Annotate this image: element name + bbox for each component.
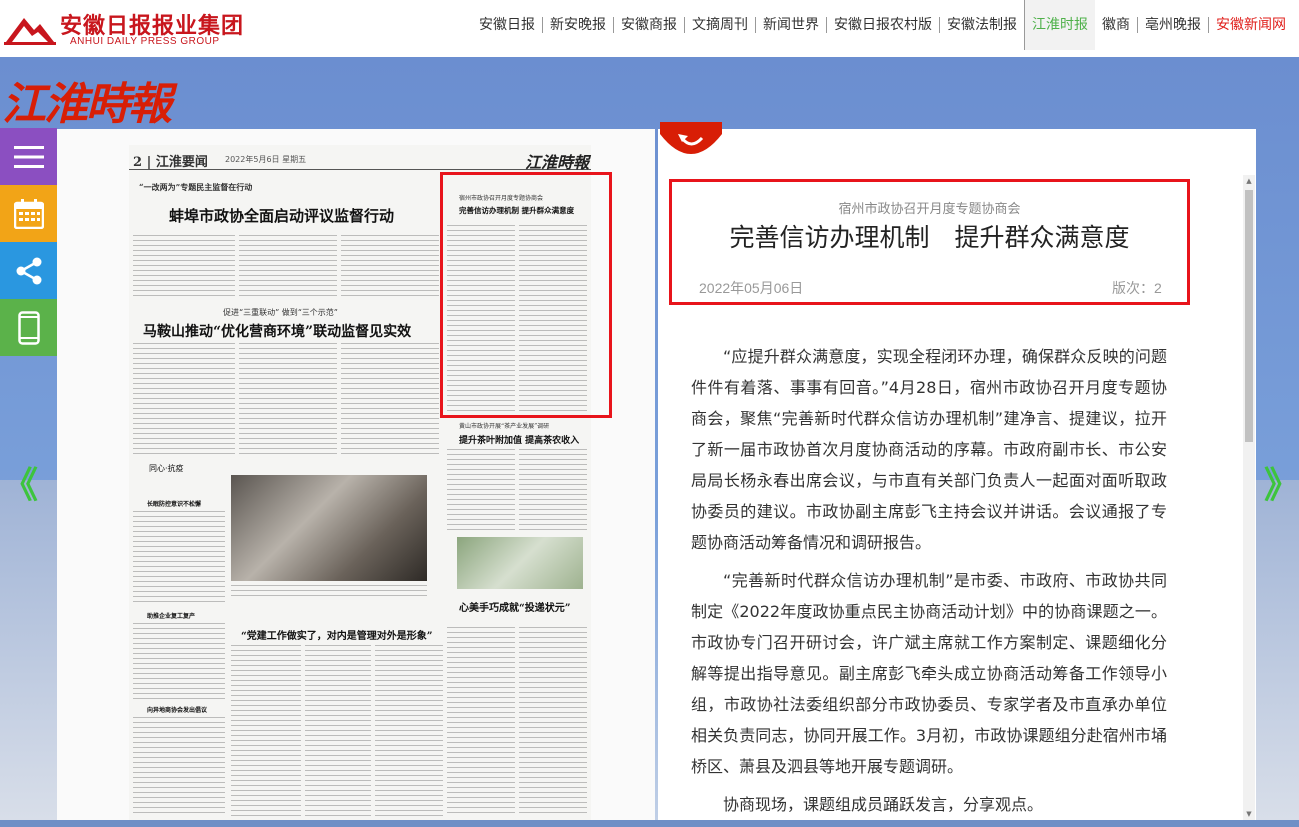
newspaper-headline[interactable]: 蚌埠市政协全面启动评议监督行动: [169, 205, 394, 226]
newspaper-text-block: [133, 343, 439, 455]
newspaper-text-block: [133, 235, 439, 299]
article-edition: 版次：2: [1112, 280, 1162, 296]
nav-item[interactable]: 安徽新闻网: [1208, 17, 1293, 33]
nav-item[interactable]: 安徽日报: [472, 17, 542, 33]
nav-item[interactable]: 江淮时报: [1024, 0, 1095, 50]
newspaper-headline[interactable]: 马鞍山推动“优化营商环境”联动监督见实效: [143, 321, 411, 341]
nav-item[interactable]: 新安晚报: [542, 17, 613, 33]
newspaper-text-block: [133, 511, 225, 605]
press-group-logo[interactable]: 安徽日报报业集团 ANHUI DAILY PRESS GROUP: [4, 6, 244, 50]
nav-item[interactable]: 文摘周刊: [684, 17, 755, 33]
newspaper-kicker: “一改两为”专题民主监督在行动: [139, 182, 253, 192]
calendar-button[interactable]: [0, 185, 57, 242]
newspaper-kicker: 促进“三重联动” 做到“三个示范”: [223, 308, 338, 317]
nav-item[interactable]: 亳州晚报: [1137, 17, 1208, 33]
top-header: 安徽日报报业集团 ANHUI DAILY PRESS GROUP 安徽日报 新安晚…: [0, 0, 1299, 57]
newspaper-headline[interactable]: 长眠防控意识不松懈: [147, 499, 201, 508]
newspaper-photo[interactable]: [457, 537, 583, 589]
share-icon: [16, 257, 41, 284]
newspaper-kicker: 黄山市政协开展“茶产业发展”调研: [459, 423, 550, 430]
newspaper-page-label: 2 | 江淮要闻: [133, 155, 208, 170]
article-paragraph: “应提升群众满意度，实现全程闭环办理，确保群众反映的问题件件有着落、事事有回音。…: [691, 347, 1167, 552]
newspaper-text-block: [133, 717, 225, 817]
nav-item[interactable]: 徽商: [1095, 17, 1137, 33]
newspaper-photo[interactable]: [231, 475, 427, 581]
nav-item[interactable]: 安徽法制报: [939, 17, 1024, 33]
newspaper-page-header: 2 | 江淮要闻 2022年5月6日 星期五 江淮時報: [129, 151, 591, 172]
selected-article-highlight[interactable]: [440, 172, 612, 418]
share-button[interactable]: [0, 242, 57, 299]
menu-button[interactable]: [0, 128, 57, 185]
logo-subtitle: ANHUI DAILY PRESS GROUP: [70, 36, 220, 47]
article-body: “应提升群众满意度，实现全程闭环办理，确保群众反映的问题件件有着落、事事有回音。…: [691, 341, 1167, 827]
nav-item[interactable]: 安徽商报: [613, 17, 684, 33]
newspaper-section-label: 同心·抗疫: [149, 464, 184, 473]
article-paragraph: “完善新时代群众信访办理机制”是市委、市政府、市政协共同制定《2022年度政协重…: [691, 571, 1167, 776]
site-nav: 安徽日报 新安晚报 安徽商报 文摘周刊 新闻世界 安徽日报农村版 安徽法制报 江淮时报 徽商 亳州…: [472, 0, 1293, 50]
newspaper-text-block: [231, 585, 427, 599]
newspaper-headline[interactable]: 向异地商协会发出倡议: [147, 705, 207, 714]
newspaper-masthead: 江淮時報: [2, 79, 172, 130]
newspaper-headline[interactable]: “党建工作做实了，对内是管理对外是形象”: [241, 627, 433, 642]
newspaper-headline[interactable]: 助推企业复工复产: [147, 611, 195, 620]
article-title: 完善信访办理机制 提升群众满意度: [729, 223, 1130, 252]
scroll-up-arrow-icon[interactable]: ▲: [1243, 175, 1255, 187]
newspaper-page[interactable]: 2 | 江淮要闻 2022年5月6日 星期五 江淮時報 “一改两为”专题民主监督…: [57, 129, 655, 820]
scrollbar-thumb[interactable]: [1245, 190, 1253, 442]
mobile-button[interactable]: [0, 299, 57, 356]
newspaper-headline[interactable]: 提升茶叶附加值 提高茶农收入: [459, 433, 579, 446]
scroll-down-arrow-icon[interactable]: ▼: [1243, 808, 1255, 820]
newspaper-headline[interactable]: 心美手巧成就“投递状元”: [459, 599, 571, 614]
next-page-arrow[interactable]: 》: [1264, 456, 1299, 508]
previous-page-arrow[interactable]: 《: [2, 456, 38, 508]
calendar-icon: [13, 198, 44, 229]
city-skyline-left: [0, 480, 57, 820]
newspaper-text-block: [133, 623, 225, 699]
press-logo-icon: [4, 18, 56, 45]
newspaper-page-masthead: 江淮時報: [524, 153, 589, 172]
article-date: 2022年05月06日: [699, 280, 804, 296]
newspaper-page-date: 2022年5月6日 星期五: [225, 155, 307, 164]
article-paragraph: 协商现场，课题组成员踊跃发言，分享观点。: [723, 795, 1044, 814]
article-subtitle: 宿州市政协召开月度专题协商会: [838, 202, 1021, 217]
nav-item[interactable]: 新闻世界: [755, 17, 826, 33]
mobile-icon: [17, 310, 40, 345]
back-button[interactable]: [660, 122, 722, 162]
newspaper-text-block: [231, 645, 443, 817]
menu-icon: [13, 145, 44, 168]
nav-item[interactable]: 安徽日报农村版: [826, 17, 939, 33]
